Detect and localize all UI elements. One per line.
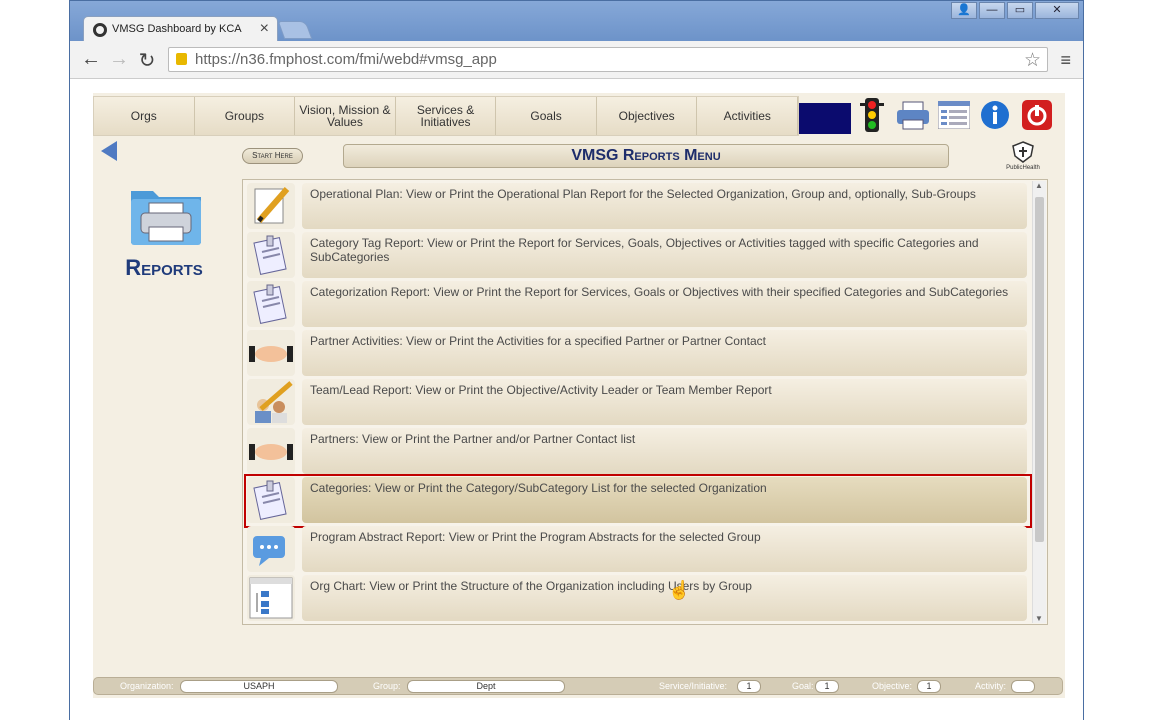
list-scrollbar[interactable]: ▲ ▼ — [1032, 181, 1046, 623]
context-status-bar: Organization: USAPH Group: Dept Service/… — [93, 677, 1063, 695]
browser-menu-icon[interactable]: ≡ — [1060, 50, 1071, 71]
report-description: Partners: View or Print the Partner and/… — [302, 428, 1027, 474]
nav-tab-orgs[interactable]: Orgs — [94, 97, 195, 135]
nav-tab-goals[interactable]: Goals — [496, 97, 597, 135]
favicon-icon — [93, 23, 107, 37]
reports-heading: Reports — [125, 255, 203, 280]
traffic-light-icon[interactable] — [854, 97, 890, 133]
reload-button[interactable]: ↻ — [136, 48, 158, 73]
profile-button[interactable]: 👤 — [951, 2, 977, 19]
org-chart-icon — [247, 575, 295, 621]
reports-list: Operational Plan: View or Print the Oper… — [242, 179, 1048, 625]
report-description: Org Chart: View or Print the Structure o… — [302, 575, 1027, 621]
address-bar[interactable]: https://n36.fmphost.com/fmi/webd#vmsg_ap… — [168, 47, 1048, 72]
report-row[interactable]: Operational Plan: View or Print the Oper… — [247, 183, 1027, 229]
handshake-icon — [247, 330, 295, 376]
maximize-button[interactable]: ▭ — [1007, 2, 1033, 19]
report-description: Program Abstract Report: View or Print t… — [302, 526, 1027, 572]
clipboard-icon — [247, 281, 295, 327]
report-row-selected[interactable]: Categories: View or Print the Category/S… — [244, 474, 1032, 528]
service-label: Service/Initiative: — [659, 681, 728, 691]
tab-title: VMSG Dashboard by KCA — [112, 23, 242, 35]
close-window-button[interactable]: ✕ — [1035, 2, 1079, 19]
nav-tab-activities[interactable]: Activities — [697, 97, 799, 135]
nav-tab-objectives[interactable]: Objectives — [596, 97, 698, 135]
report-row[interactable]: Org Chart: View or Print the Structure o… — [247, 575, 1027, 621]
power-icon[interactable] — [1019, 97, 1055, 133]
scroll-thumb[interactable] — [1035, 197, 1044, 542]
report-row[interactable]: Partners: View or Print the Partner and/… — [247, 428, 1027, 474]
start-here-button[interactable]: Start Here — [242, 148, 303, 164]
activity-label: Activity: — [975, 681, 1007, 691]
report-row[interactable]: Category Tag Report: View or Print the R… — [247, 232, 1027, 278]
desktop: VMSG Dashboard by KCA × 👤 — ▭ ✕ ← → ↻ ht… — [0, 0, 1152, 721]
scroll-up-icon[interactable]: ▲ — [1035, 181, 1043, 190]
speech-bubble-icon — [247, 526, 295, 572]
scroll-down-icon[interactable]: ▼ — [1035, 614, 1043, 623]
back-arrow-icon[interactable] — [101, 141, 117, 161]
group-field[interactable]: Dept — [407, 680, 565, 693]
browser-tab[interactable]: VMSG Dashboard by KCA × — [83, 16, 278, 42]
objective-label: Objective: — [872, 681, 913, 691]
clipboard-icon — [247, 232, 295, 278]
group-label: Group: — [373, 681, 401, 691]
browser-toolbar: ← → ↻ https://n36.fmphost.com/fmi/webd#v… — [70, 41, 1083, 79]
handshake-icon — [247, 428, 295, 474]
browser-window: VMSG Dashboard by KCA × 👤 — ▭ ✕ ← → ↻ ht… — [69, 0, 1084, 721]
report-description: Category Tag Report: View or Print the R… — [302, 232, 1027, 278]
nav-spacer-block — [799, 103, 851, 134]
hand-cursor-icon: ☝ — [668, 580, 691, 600]
back-button[interactable]: ← — [80, 48, 102, 71]
printer-icon[interactable] — [895, 97, 931, 133]
goal-label: Goal: — [792, 681, 814, 691]
page-title: VMSG Reports Menu — [343, 144, 949, 168]
organization-field[interactable]: USAPH — [180, 680, 338, 693]
report-row[interactable]: Team/Lead Report: View or Print the Obje… — [247, 379, 1027, 425]
objective-field[interactable]: 1 — [917, 680, 941, 693]
clipboard-icon — [247, 477, 295, 523]
service-field[interactable]: 1 — [737, 680, 761, 693]
report-description: Operational Plan: View or Print the Oper… — [302, 183, 1027, 229]
page-content: Orgs Groups Vision, Mission & Values Ser… — [70, 79, 1083, 721]
title-bar: VMSG Dashboard by KCA × 👤 — ▭ ✕ — [70, 1, 1083, 42]
bookmark-star-icon[interactable]: ☆ — [1024, 49, 1041, 72]
report-row[interactable]: Program Abstract Report: View or Print t… — [247, 526, 1027, 572]
report-row[interactable]: Categorization Report: View or Print the… — [247, 281, 1027, 327]
team-pencil-icon — [247, 379, 295, 425]
report-row[interactable]: Partner Activities: View or Print the Ac… — [247, 330, 1027, 376]
minimize-button[interactable]: — — [979, 2, 1005, 19]
goal-field[interactable]: 1 — [815, 680, 839, 693]
top-navigation: Orgs Groups Vision, Mission & Values Ser… — [93, 96, 799, 136]
url-text: https://n36.fmphost.com/fmi/webd#vmsg_ap… — [195, 51, 497, 68]
pencil-notepad-icon — [247, 183, 295, 229]
report-description: Partner Activities: View or Print the Ac… — [302, 330, 1027, 376]
nav-tab-groups[interactable]: Groups — [194, 97, 296, 135]
window-controls: 👤 — ▭ ✕ — [949, 2, 1079, 19]
list-icon[interactable] — [936, 97, 972, 133]
report-description: Categorization Report: View or Print the… — [302, 281, 1027, 327]
lock-icon — [176, 53, 187, 65]
nav-tab-vision[interactable]: Vision, Mission & Values — [295, 97, 396, 135]
tab-close-icon[interactable]: × — [260, 20, 269, 38]
activity-field[interactable] — [1011, 680, 1035, 693]
reports-folder-printer-icon — [129, 183, 203, 249]
organization-label: Organization: — [120, 681, 174, 691]
forward-button[interactable]: → — [108, 48, 130, 71]
vmsg-app: Orgs Groups Vision, Mission & Values Ser… — [93, 93, 1065, 698]
report-description: Categories: View or Print the Category/S… — [302, 477, 1027, 523]
nav-tab-services[interactable]: Services & Initiatives — [395, 97, 497, 135]
new-tab-button[interactable] — [277, 21, 313, 39]
logo-text: PublicHealth — [1006, 165, 1040, 171]
report-description: Team/Lead Report: View or Print the Obje… — [302, 379, 1027, 425]
info-icon[interactable] — [977, 97, 1013, 133]
public-health-logo: PublicHealth — [1003, 141, 1043, 171]
